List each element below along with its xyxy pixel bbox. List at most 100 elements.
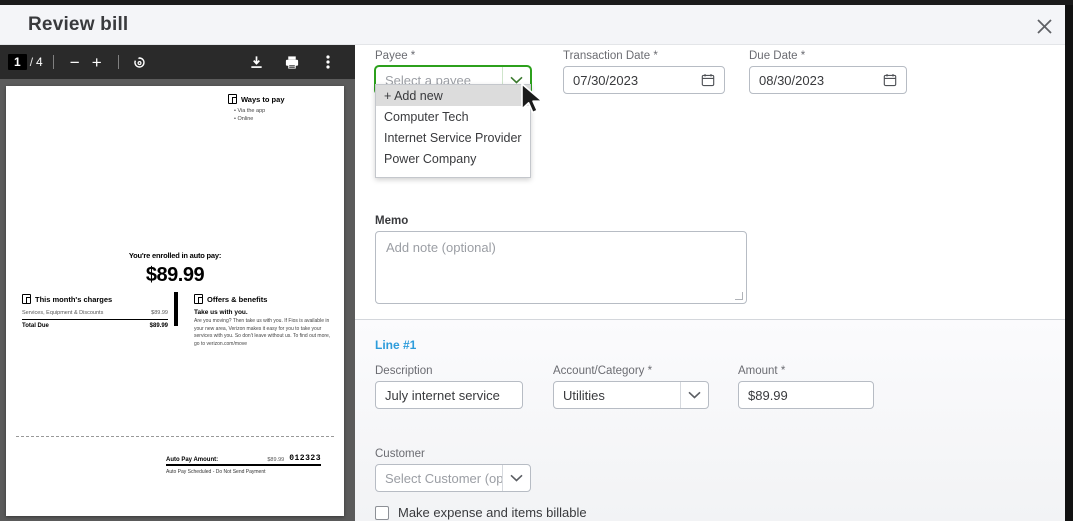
due-date-value: 08/30/2023: [759, 72, 825, 88]
gift-icon: [194, 294, 203, 304]
payee-dropdown-menu[interactable]: + Add new Computer Tech Internet Service…: [375, 84, 531, 178]
pdf-page-canvas: Ways to pay Via the app Online You're en…: [6, 86, 344, 516]
calendar-icon[interactable]: [701, 73, 715, 87]
list-item: Via the app: [234, 107, 338, 115]
more-options-button[interactable]: [317, 51, 339, 73]
doc-stub-label: Auto Pay Amount:: [166, 457, 219, 463]
memo-textarea[interactable]: Add note (optional): [375, 231, 747, 304]
calendar-icon[interactable]: [883, 73, 897, 87]
pdf-toolbar: 1 / 4 − +: [0, 45, 355, 79]
payee-option-add-new[interactable]: + Add new: [376, 85, 530, 106]
doc-offers-body: Are you moving? Then take us with you. I…: [194, 318, 331, 347]
doc-charge-rule: [22, 319, 168, 320]
doc-offers-label: Offers & benefits: [207, 294, 268, 304]
transaction-date-label: Transaction Date *: [563, 50, 658, 62]
account-category-dropdown-toggle[interactable]: [680, 382, 708, 408]
bill-form-pane: Payee * Select a payee + Add new Compute…: [355, 45, 1065, 521]
customer-field-group: Customer Select Customer (optional): [375, 448, 531, 492]
bill-form-bottom: Line #1 Description July internet servic…: [355, 320, 1065, 521]
rotate-icon: [134, 56, 145, 68]
customer-select[interactable]: Select Customer (optional): [375, 464, 531, 492]
close-button[interactable]: [1029, 11, 1059, 41]
print-button[interactable]: [281, 51, 303, 73]
memo-placeholder: Add note (optional): [386, 240, 496, 255]
doc-charge-total-row: Total Due $89.99: [22, 323, 168, 329]
current-page-input[interactable]: 1: [8, 54, 27, 70]
doc-autopay-amount: $89.99: [145, 264, 205, 286]
doc-offers-section: Offers & benefits Take us with you. Are …: [194, 294, 336, 348]
payee-option-internet-service-provider[interactable]: Internet Service Provider: [376, 127, 530, 148]
doc-charges-label: This month's charges: [35, 294, 113, 304]
document-icon: [228, 94, 237, 104]
doc-charges-section: This month's charges Services, Equipment…: [22, 294, 168, 329]
amount-input[interactable]: $89.99: [738, 381, 874, 409]
document-icon: [22, 294, 31, 304]
doc-ways-to-pay-label: Ways to pay: [241, 94, 285, 104]
doc-payment-stub: Auto Pay Amount: $89.99 012323 Auto Pay …: [166, 454, 321, 475]
doc-offers-heading: Offers & benefits: [194, 294, 336, 304]
doc-ways-to-pay-list: Via the app Online: [228, 107, 338, 123]
payee-option-computer-tech[interactable]: Computer Tech: [376, 106, 530, 127]
modal-header: Review bill: [0, 5, 1073, 45]
amount-label: Amount *: [738, 365, 786, 377]
due-date-label: Due Date *: [749, 50, 806, 62]
customer-dropdown-toggle[interactable]: [502, 465, 530, 491]
amount-field-group: Amount * $89.99: [738, 365, 874, 409]
rotate-button[interactable]: [129, 51, 151, 73]
doc-total-label: Total Due: [22, 323, 49, 329]
more-options-icon: [326, 55, 330, 69]
account-category-select[interactable]: Utilities: [553, 381, 709, 409]
customer-value: Select Customer (optional): [385, 470, 502, 486]
description-label: Description: [375, 365, 433, 377]
account-category-label: Account/Category *: [553, 365, 653, 377]
page-indicator: 1 / 4: [8, 54, 43, 70]
doc-perforation-line: [16, 436, 334, 437]
transaction-date-field-group: Transaction Date * 07/30/2023: [563, 50, 725, 94]
doc-autopay-block: You're enrolled in auto pay: $89.99: [6, 251, 344, 287]
resize-handle-icon[interactable]: [735, 292, 743, 300]
total-pages: 4: [36, 55, 43, 69]
download-button[interactable]: [245, 51, 267, 73]
doc-ways-to-pay: Ways to pay Via the app Online: [228, 94, 338, 123]
page-title: Review bill: [28, 14, 129, 35]
doc-offers-subheading: Take us with you.: [194, 309, 248, 316]
review-bill-modal: Review bill 1 / 4 − + Ways to pay • Via …: [0, 0, 1073, 521]
pdf-preview-pane: 1 / 4 − + Ways to pay • Via the app • On…: [0, 45, 355, 521]
close-icon: [1036, 18, 1052, 34]
toolbar-divider: [52, 55, 54, 69]
payee-option-power-company[interactable]: Power Company: [376, 148, 530, 169]
doc-stub-account-number: 012323: [289, 454, 321, 463]
description-field-group: Description July internet service: [375, 365, 523, 409]
doc-stub-row: Auto Pay Amount: $89.99 012323: [166, 454, 321, 466]
zoom-in-button[interactable]: +: [86, 51, 108, 73]
billable-checkbox-group[interactable]: Make expense and items billable: [375, 505, 587, 520]
account-category-field-group: Account/Category * Utilities: [553, 365, 709, 409]
doc-charges-heading: This month's charges: [22, 294, 168, 304]
transaction-date-input[interactable]: 07/30/2023: [563, 66, 725, 94]
payee-field-group: Payee * Select a payee + Add new Compute…: [375, 50, 531, 178]
toolbar-divider-2: [117, 55, 119, 69]
account-category-value: Utilities: [563, 387, 605, 403]
window-right-edge: [1065, 5, 1073, 521]
page-separator: /: [29, 55, 34, 69]
due-date-field-group: Due Date * 08/30/2023: [749, 50, 907, 94]
customer-label: Customer: [375, 448, 425, 460]
line-section-title: Line #1: [375, 338, 417, 352]
pdf-toolbar-actions: [245, 51, 355, 73]
doc-stub-note: Auto Pay Scheduled - Do Not Send Payment: [166, 469, 266, 475]
billable-checkbox[interactable]: [375, 505, 389, 520]
list-item: Online: [234, 115, 338, 123]
doc-charge-row-amount: $89.99: [151, 310, 168, 316]
doc-total-amount: $89.99: [149, 323, 168, 329]
memo-label: Memo: [375, 215, 409, 227]
zoom-out-button[interactable]: −: [64, 51, 86, 73]
download-icon: [250, 55, 262, 68]
chevron-down-icon: [510, 76, 523, 84]
print-icon: [285, 55, 299, 69]
transaction-date-value: 07/30/2023: [573, 72, 639, 88]
description-input[interactable]: July internet service: [375, 381, 523, 409]
doc-column-rule: [174, 292, 178, 326]
doc-charge-row-label: Services, Equipment & Discounts: [22, 310, 104, 316]
due-date-input[interactable]: 08/30/2023: [749, 66, 907, 94]
doc-ways-to-pay-heading: Ways to pay: [228, 94, 338, 104]
